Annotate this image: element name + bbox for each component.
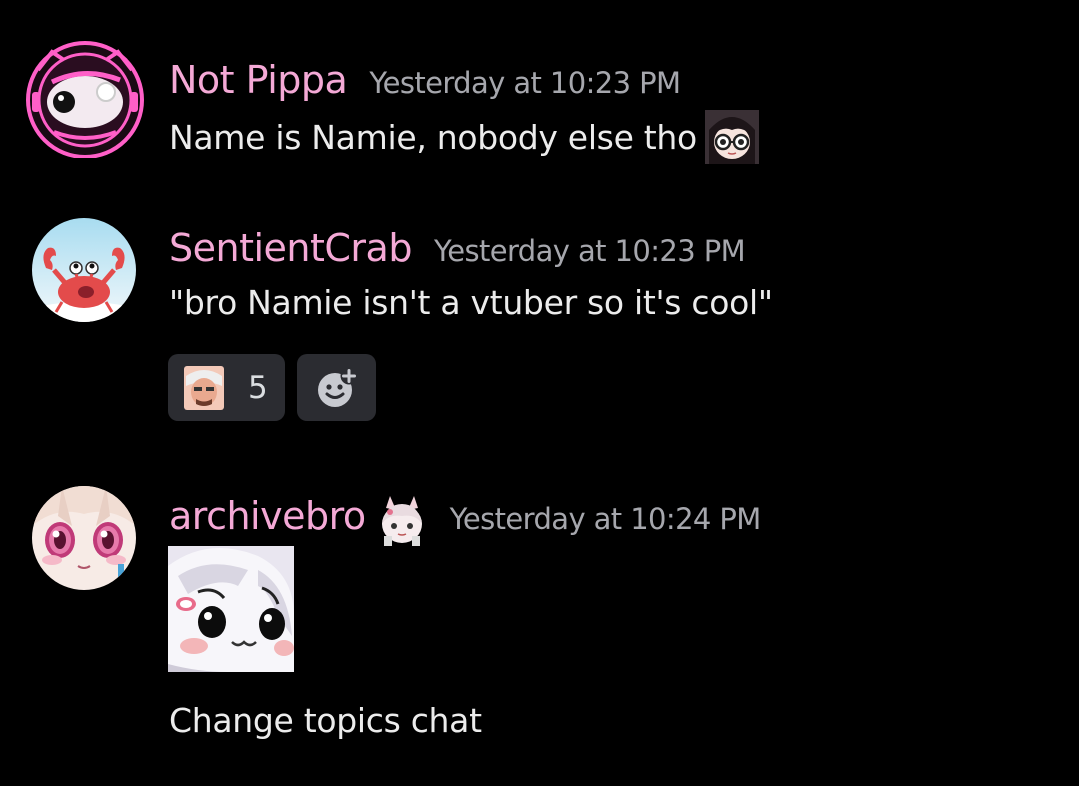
reaction-count: 5	[248, 369, 268, 406]
face-emoji-icon	[184, 365, 224, 410]
message-text: Change topics chat	[169, 701, 482, 740]
timestamp: Yesterday at 10:23 PM	[369, 66, 681, 100]
timestamp: Yesterday at 10:24 PM	[449, 502, 762, 536]
anime-girl-avatar-icon	[32, 486, 136, 590]
username[interactable]: archivebro	[169, 494, 366, 538]
timestamp: Yesterday at 10:23 PM	[433, 234, 746, 268]
white-haired-chibi-emoji-icon	[381, 496, 422, 546]
red-crab-avatar-icon	[32, 218, 136, 322]
chat-messages: Not Pippa Yesterday at 10:23 PM Name is …	[0, 0, 1079, 786]
anime-girl-glasses-emoji-icon	[704, 110, 759, 164]
avatar[interactable]	[32, 486, 136, 590]
add-reaction-icon	[317, 367, 357, 407]
message-text: "bro Namie isn't a vtuber so it's cool"	[169, 283, 773, 322]
add-reaction-button[interactable]	[297, 354, 376, 421]
reactions-bar: 5	[168, 354, 376, 421]
username[interactable]: Not Pippa	[169, 58, 348, 102]
sticker[interactable]	[168, 546, 294, 672]
avatar[interactable]	[32, 218, 136, 322]
avatar[interactable]	[24, 40, 146, 159]
chibi-white-hair-sticker-icon	[168, 546, 294, 672]
message-text: Name is Namie, nobody else tho	[169, 117, 697, 157]
username[interactable]: SentientCrab	[169, 226, 412, 270]
reaction-chip[interactable]: 5	[168, 354, 285, 421]
pink-robot-avatar-icon	[26, 41, 144, 159]
